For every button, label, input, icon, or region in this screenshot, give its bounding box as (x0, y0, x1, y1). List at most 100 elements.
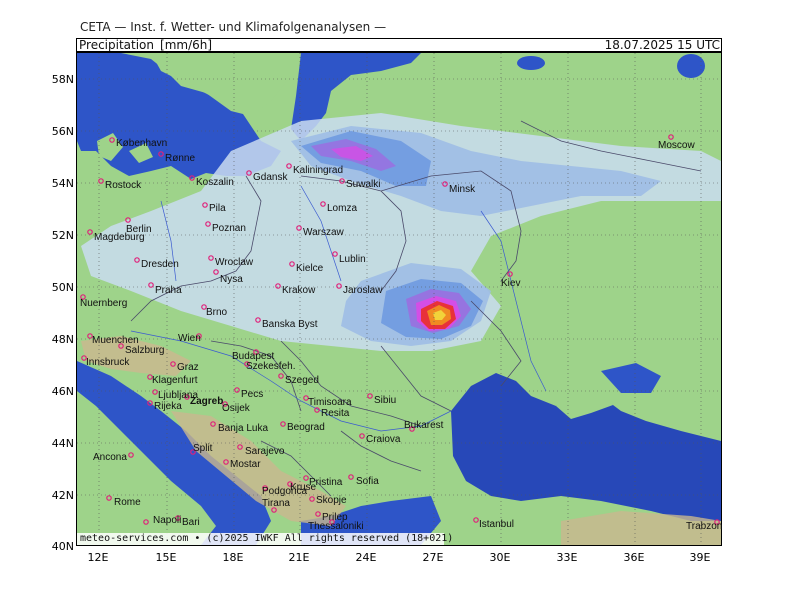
city-marker (332, 251, 338, 257)
city-marker (237, 444, 243, 450)
city-label-kiev: Kiev (501, 278, 520, 289)
city-marker (128, 452, 134, 458)
city-label-klagenfurt: Klagenfurt (152, 375, 198, 386)
city-label-tirana: Tirana (262, 498, 290, 509)
city-label-bari: Bari (182, 517, 200, 528)
city-label-napoli: Napoli (153, 515, 181, 526)
city-marker (189, 175, 195, 181)
city-label-magdeburg: Magdeburg (94, 232, 145, 243)
city-label-graz: Graz (177, 362, 199, 373)
city-label-dresden: Dresden (141, 259, 179, 270)
city-marker (234, 387, 240, 393)
city-marker (507, 271, 513, 277)
city-label-innsbruck: Innsbruck (86, 357, 130, 368)
city-label-lublin: Lublin (339, 254, 366, 265)
city-label-thessaloniki: Thessaloniki (308, 521, 364, 532)
city-marker (367, 393, 373, 399)
city-marker (303, 475, 309, 481)
city-label-skopje: Skopje (316, 495, 347, 506)
city-label-nuernberg: Nuernberg (80, 298, 127, 309)
city-marker (208, 255, 214, 261)
city-label-suwalki: Suwalki (346, 179, 380, 190)
city-label-poznan: Poznan (212, 223, 246, 234)
city-marker (314, 407, 320, 413)
city-marker (280, 421, 286, 427)
city-label-lomza: Lomza (327, 203, 357, 214)
copyright-footer: meteo-services.com • (c)2025 IWKF All ri… (80, 533, 454, 544)
city-marker (148, 282, 154, 288)
city-marker (202, 202, 208, 208)
city-label-krakow: Krakow (282, 285, 316, 296)
city-label-craiova: Craiova (366, 434, 401, 445)
city-marker (246, 170, 252, 176)
city-marker (134, 257, 140, 263)
city-marker (289, 261, 295, 267)
city-label-sarajevo: Sarajevo (245, 446, 285, 457)
city-marker (275, 283, 281, 289)
city-label-gdansk: Gdansk (253, 172, 288, 183)
city-label-kobenhavn: København (116, 138, 167, 149)
city-label-ronne: Rønne (165, 153, 195, 164)
city-marker (170, 361, 176, 367)
city-marker (125, 217, 131, 223)
city-layer: København Rønne Rostock Koszalin Gdansk … (80, 134, 722, 532)
city-label-szeged: Szeged (285, 375, 319, 386)
city-label-nysa: Nysa (220, 274, 243, 285)
city-label-bukarest: Bukarest (404, 420, 444, 431)
city-marker (87, 229, 93, 235)
city-marker (286, 163, 292, 169)
city-marker (339, 178, 345, 184)
city-marker (143, 519, 149, 525)
city-marker (205, 221, 211, 227)
city-label-timisoara: Timisoara (308, 397, 352, 408)
city-label-istanbul: Istanbul (479, 519, 514, 530)
city-label-pecs: Pecs (241, 389, 263, 400)
city-label-sofia: Sofia (356, 476, 379, 487)
city-marker (309, 496, 315, 502)
city-label-podgorica: Podgorica (262, 486, 307, 497)
city-marker (213, 269, 219, 275)
city-marker (348, 474, 354, 480)
city-label-warszaw: Warszaw (303, 227, 345, 238)
city-label-moscow: Moscow (658, 140, 695, 151)
city-label-trabzon: Trabzon (686, 521, 722, 532)
city-label-kielce: Kielce (296, 263, 324, 274)
city-label-resita: Resita (321, 408, 350, 419)
city-label-split: Split (193, 443, 213, 454)
city-label-rome: Rome (114, 497, 141, 508)
city-marker (359, 433, 365, 439)
city-label-banja-luka: Banja Luka (218, 423, 268, 434)
city-marker (98, 178, 104, 184)
city-marker (668, 134, 674, 140)
city-label-koszalin: Koszalin (196, 177, 234, 188)
city-label-osijek: Osijek (222, 403, 251, 414)
city-marker (109, 137, 115, 143)
city-marker (336, 283, 342, 289)
city-label-rostock: Rostock (105, 180, 142, 191)
city-marker (315, 511, 321, 517)
city-label-minsk: Minsk (449, 184, 476, 195)
city-label-sibiu: Sibiu (374, 395, 396, 406)
city-marker (320, 201, 326, 207)
city-label-beograd: Beograd (287, 422, 325, 433)
city-label-brno: Brno (206, 307, 228, 318)
city-marker (278, 373, 284, 379)
city-marker (158, 151, 164, 157)
city-label-banska-byst: Banska Byst (262, 319, 318, 330)
city-label-zagreb: Zagreb (190, 396, 223, 407)
city-label-rijeka: Rijeka (154, 401, 182, 412)
city-marker (255, 317, 261, 323)
city-marker (223, 459, 229, 465)
city-label-kaliningrad: Kaliningrad (293, 165, 343, 176)
city-marker (296, 225, 302, 231)
city-marker (152, 389, 158, 395)
city-label-praha: Praha (155, 285, 182, 296)
city-marker (106, 495, 112, 501)
city-label-wroclaw: Wroclaw (215, 257, 254, 268)
city-marker (210, 421, 216, 427)
city-label-ancona: Ancona (93, 452, 127, 463)
city-label-jaroslaw: Jaroslaw (343, 285, 383, 296)
city-label-salzburg: Salzburg (125, 345, 164, 356)
city-label-szekesfeh: Szekesfeh. (246, 361, 295, 372)
city-marker (473, 517, 479, 523)
